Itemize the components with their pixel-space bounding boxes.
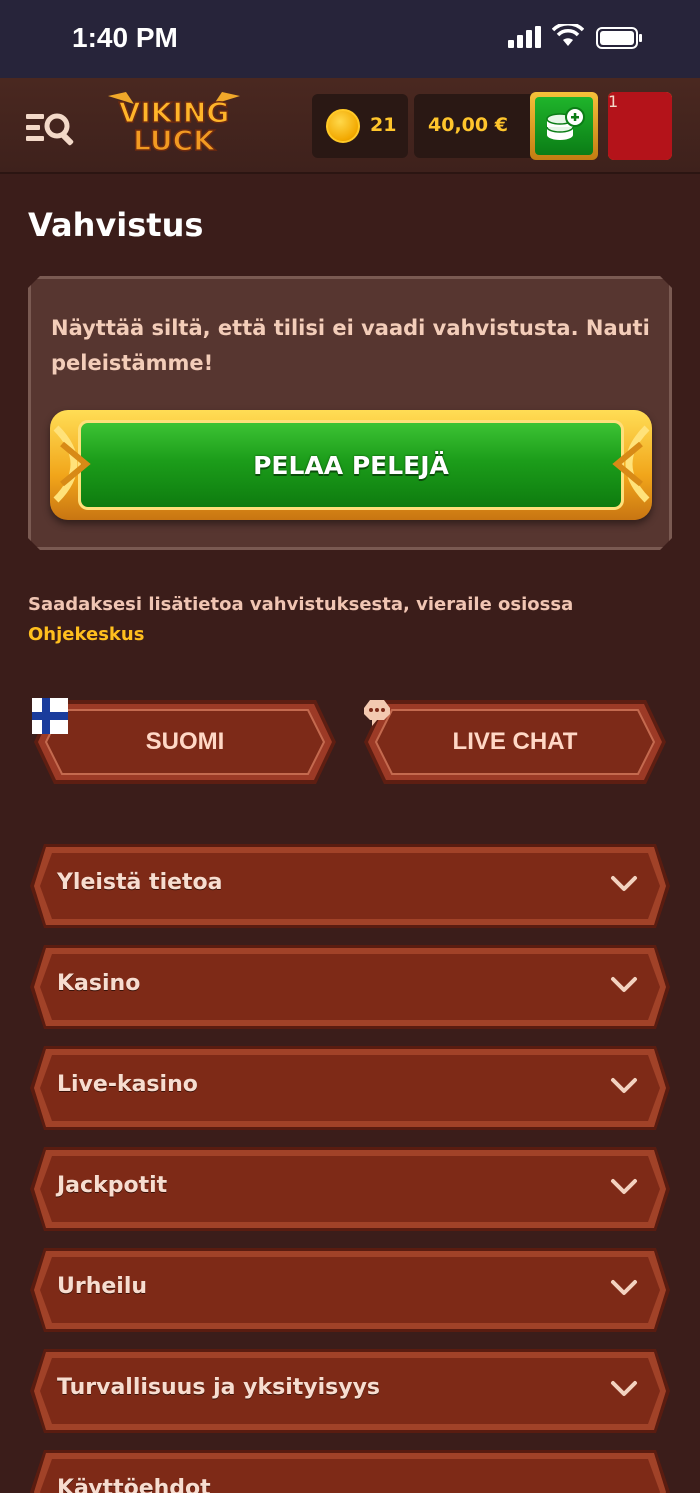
- notification-badge: 1: [608, 92, 672, 160]
- chevron-down-icon: [611, 1179, 637, 1194]
- accordion-casino[interactable]: Kasino: [30, 943, 670, 1031]
- accordion-label: Urheilu: [57, 1274, 148, 1299]
- menu-search-icon[interactable]: [24, 108, 80, 148]
- accordion-label: Kasino: [57, 971, 141, 996]
- coins-count: 21: [370, 114, 397, 136]
- chevron-down-icon: [611, 1078, 637, 1093]
- celtic-knot-right-icon: [612, 425, 650, 503]
- finland-flag-icon: [32, 698, 68, 734]
- logo-text-luck: LUCK: [133, 124, 216, 157]
- deposit-button[interactable]: [530, 92, 598, 160]
- chevron-down-icon: [611, 977, 637, 992]
- help-center-link[interactable]: Ohjekeskus: [28, 620, 144, 650]
- status-bar: 1:40 PM: [0, 0, 700, 78]
- coin-icon: [326, 109, 360, 143]
- balance-display[interactable]: 40,00 €: [414, 94, 542, 158]
- page-title: Vahvistus: [28, 206, 204, 244]
- accordion-security-privacy[interactable]: Turvallisuus ja yksityisyys: [30, 1347, 670, 1435]
- cellular-signal-icon: [508, 26, 541, 48]
- accordion-label: Live-kasino: [57, 1072, 198, 1097]
- coins-counter[interactable]: 21: [312, 94, 408, 158]
- accordion-terms[interactable]: Käyttöehdot: [30, 1448, 670, 1493]
- language-label: SUOMI: [145, 728, 225, 755]
- balance-amount: 40,00 €: [428, 114, 508, 136]
- accordion-label: Yleistä tietoa: [57, 870, 223, 895]
- chevron-down-icon: [611, 1381, 637, 1396]
- verification-info-text: Saadaksesi lisätietoa vahvistuksesta, vi…: [28, 594, 574, 615]
- battery-icon: [596, 27, 642, 49]
- chevron-down-icon: [611, 876, 637, 891]
- live-chat-button[interactable]: LIVE CHAT: [362, 698, 668, 786]
- wifi-icon: [552, 24, 584, 46]
- accordion-label: Jackpotit: [57, 1173, 168, 1198]
- live-chat-label: LIVE CHAT: [452, 728, 578, 755]
- viking-luck-logo[interactable]: VIKING LUCK: [104, 90, 244, 160]
- accordion-general-info[interactable]: Yleistä tietoa: [30, 842, 670, 930]
- language-button[interactable]: SUOMI: [32, 698, 338, 786]
- accordion-label: Turvallisuus ja yksityisyys: [57, 1375, 381, 1400]
- chat-bubble-icon: [364, 700, 390, 726]
- accordion-sports[interactable]: Urheilu: [30, 1246, 670, 1334]
- accordion-jackpots[interactable]: Jackpotit: [30, 1145, 670, 1233]
- accordion-live-casino[interactable]: Live-kasino: [30, 1044, 670, 1132]
- chevron-down-icon: [611, 1280, 637, 1295]
- verification-message: Näyttää siltä, että tilisi ei vaadi vahv…: [51, 316, 650, 375]
- play-games-button[interactable]: PELAA PELEJÄ: [50, 410, 652, 520]
- status-time: 1:40 PM: [72, 22, 178, 53]
- celtic-knot-left-icon: [53, 425, 91, 503]
- accordion-label: Käyttöehdot: [57, 1476, 211, 1493]
- play-games-label: PELAA PELEJÄ: [253, 450, 449, 480]
- deposit-icon: [546, 107, 585, 140]
